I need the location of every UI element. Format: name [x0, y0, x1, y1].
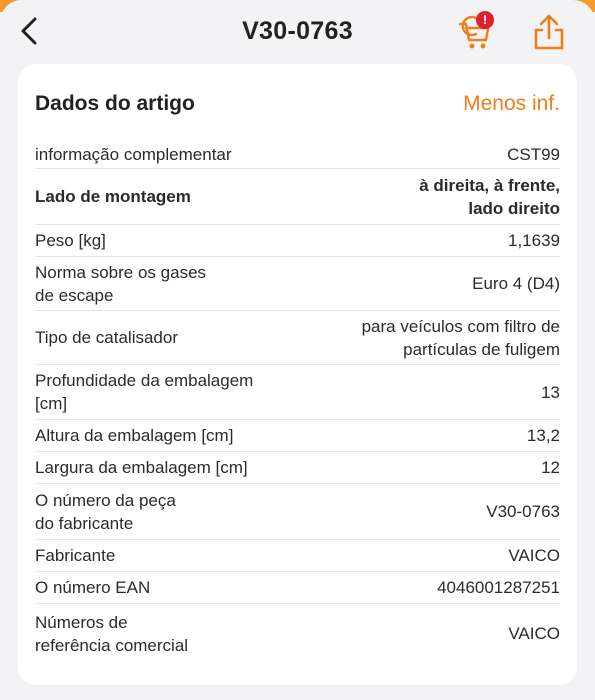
attribute-value: para veículos com filtro de partículas d… [361, 316, 560, 359]
attribute-row: Peso [kg] 1,1639 [35, 224, 560, 256]
attribute-value: 13,2 [526, 426, 560, 445]
attribute-key: Números de referência comercial [35, 612, 189, 655]
less-info-link[interactable]: Menos inf. [463, 92, 560, 116]
share-icon [534, 14, 564, 50]
attribute-key: Altura da embalagem [cm] [35, 426, 234, 445]
attribute-key: O número EAN [35, 578, 151, 597]
attributes-table: informação complementar CST99 Lado de mo… [35, 140, 560, 663]
attribute-value: Euro 4 (D4) [472, 274, 560, 293]
app-screen: V30-0763 ! Dados do artigo Menos inf. in… [0, 0, 595, 700]
attribute-value: 1,1639 [508, 231, 560, 250]
attribute-value: 4046001287251 [437, 578, 560, 597]
attribute-row: Números de referência comercial VAICO [35, 603, 560, 663]
attribute-row: Lado de montagem à direita, à frente, la… [35, 168, 560, 224]
attribute-row: O número da peça do fabricante V30-0763 [35, 483, 560, 539]
card-header: Dados do artigo Menos inf. [35, 92, 560, 122]
attribute-key: Norma sobre os gases de escape [35, 262, 207, 305]
attribute-value: VAICO [508, 546, 560, 565]
attribute-key: Largura da embalagem [cm] [35, 458, 248, 477]
attribute-key: Profundidade da embalagem [cm] [35, 371, 254, 413]
cart-alert-badge: ! [476, 11, 494, 29]
attribute-value: V30-0763 [486, 502, 560, 521]
attribute-row: Altura da embalagem [cm] 13,2 [35, 419, 560, 451]
attribute-key: Lado de montagem [35, 187, 191, 206]
attribute-key: Tipo de catalisador [35, 328, 179, 347]
attribute-row: Norma sobre os gases de escape Euro 4 (D… [35, 256, 560, 310]
attribute-row: Tipo de catalisador para veículos com fi… [35, 310, 560, 364]
card-title: Dados do artigo [35, 92, 195, 115]
attribute-value: CST99 [507, 144, 560, 164]
attribute-row: Fabricante VAICO [35, 539, 560, 571]
share-button[interactable] [530, 12, 568, 52]
article-data-card: Dados do artigo Menos inf. informação co… [18, 64, 577, 685]
page-title: V30-0763 [242, 17, 353, 45]
header-bar: V30-0763 ! [0, 0, 595, 64]
attribute-value: à direita, à frente, lado direito [419, 175, 560, 218]
attribute-value: VAICO [508, 624, 560, 643]
attribute-key: Fabricante [35, 546, 116, 565]
attribute-key: Peso [kg] [35, 231, 106, 250]
attribute-key: informação complementar [35, 144, 232, 164]
attribute-row: informação complementar CST99 [35, 140, 560, 168]
attribute-value: 13 [541, 382, 560, 402]
attribute-row: O número EAN 4046001287251 [35, 571, 560, 603]
attribute-key: O número da peça do fabricante [35, 490, 176, 533]
attribute-row: Profundidade da embalagem [cm] 13 [35, 364, 560, 419]
attribute-value: 12 [541, 458, 560, 477]
attribute-row: Largura da embalagem [cm] 12 [35, 451, 560, 483]
